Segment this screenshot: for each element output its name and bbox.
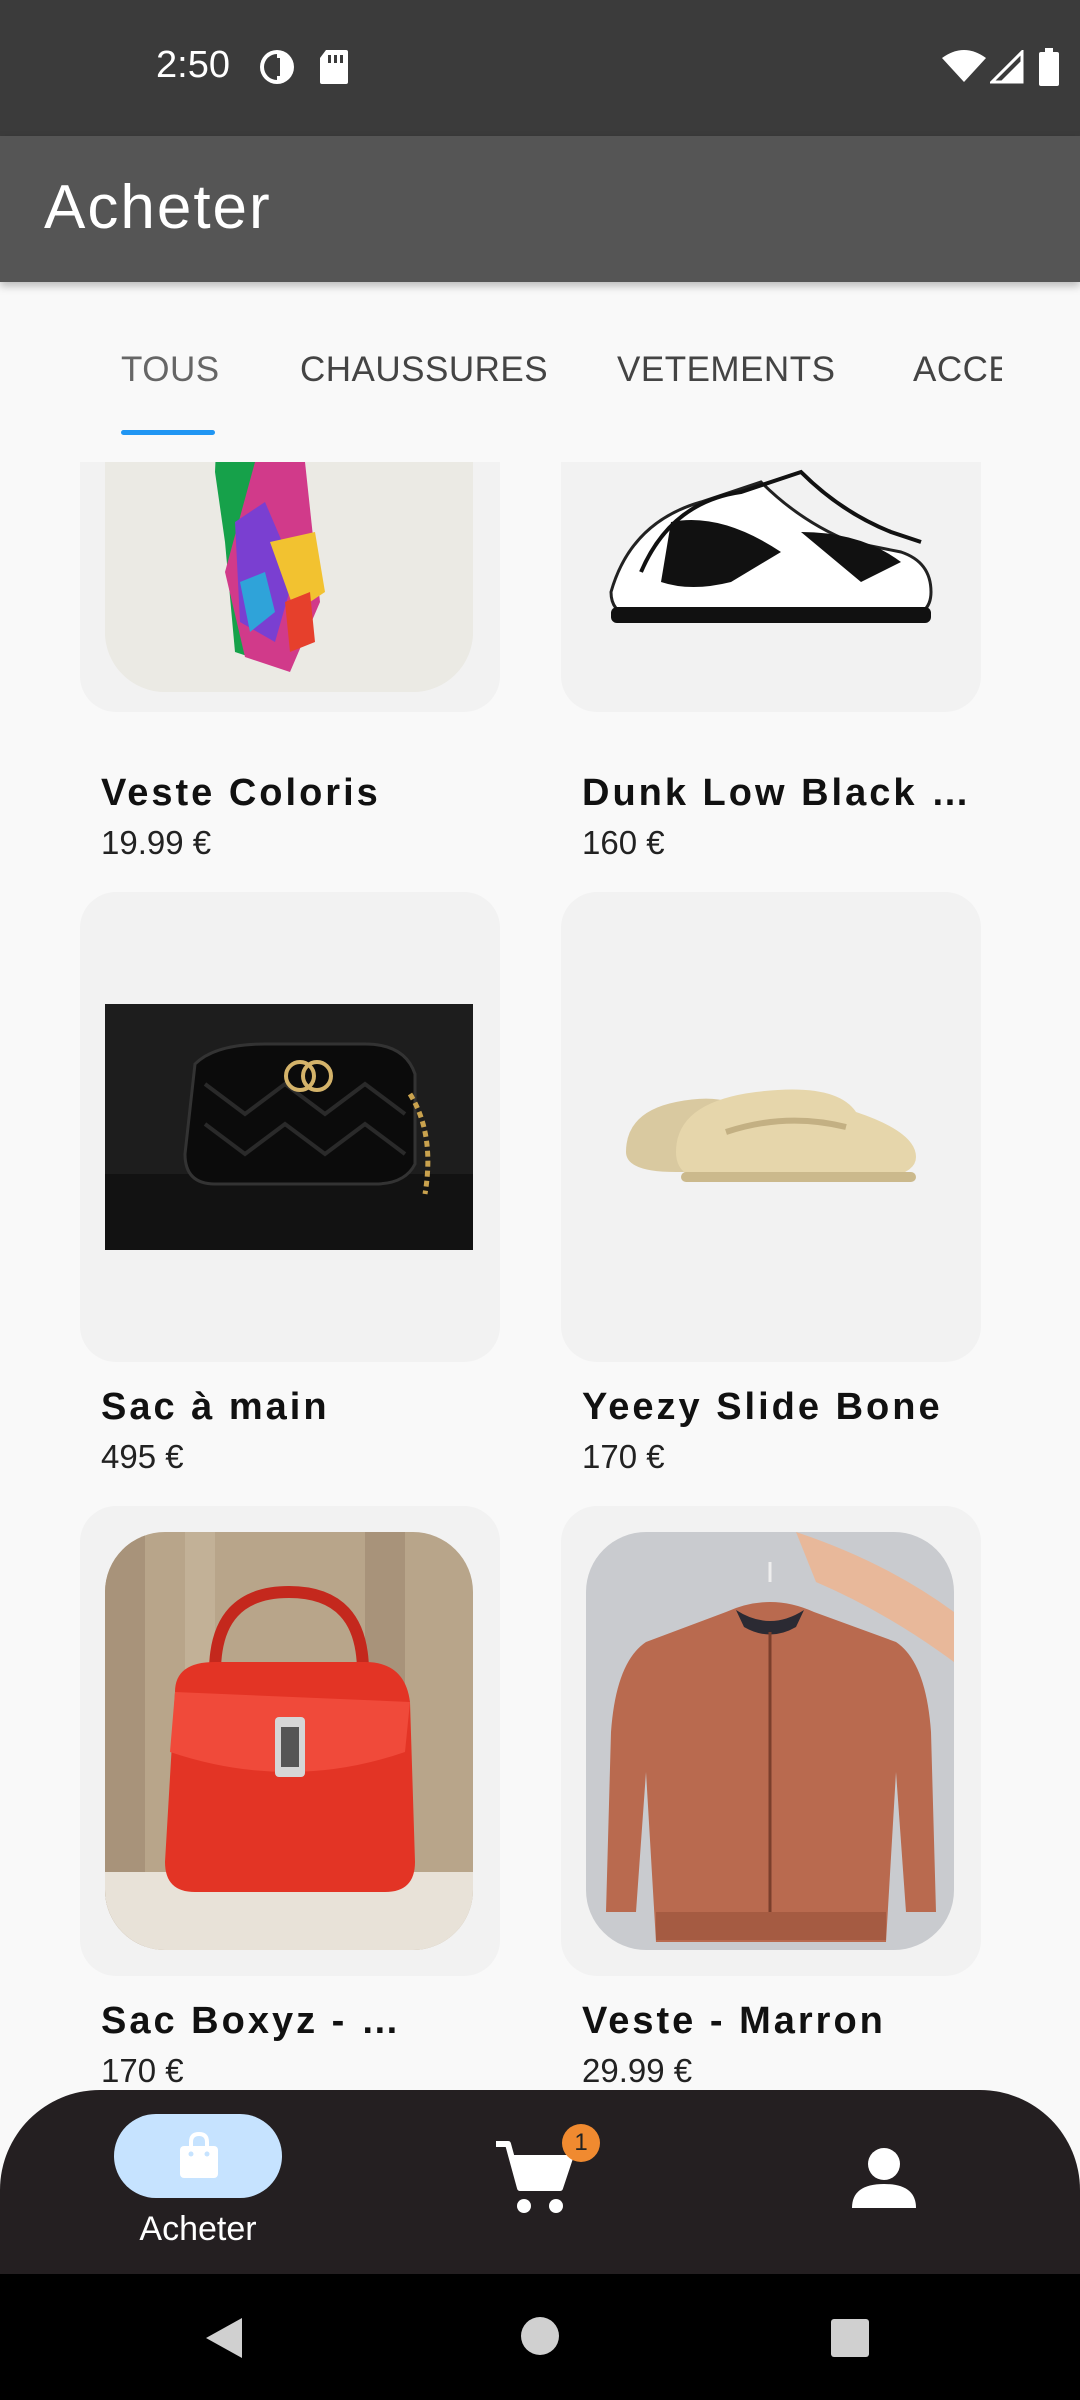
product-card[interactable] bbox=[80, 1506, 500, 1976]
product-card[interactable] bbox=[561, 892, 981, 1362]
product-price: 495 € bbox=[101, 1438, 184, 1475]
product-card[interactable] bbox=[561, 462, 981, 712]
product-name: Veste - Marron bbox=[582, 2000, 886, 2042]
status-time: 2:50 bbox=[156, 44, 230, 86]
app-bar: Acheter bbox=[0, 136, 1080, 282]
brown-jacket-photo bbox=[586, 1532, 954, 1950]
product-name: Sac à main bbox=[101, 1386, 330, 1428]
sneaker-photo bbox=[601, 462, 941, 642]
cart-icon[interactable] bbox=[494, 2140, 574, 2221]
system-navigation bbox=[0, 2274, 1080, 2400]
sd-card-icon bbox=[318, 48, 350, 86]
product-name: Dunk Low Black … bbox=[582, 772, 973, 814]
category-tabs: TOUS CHAUSSURES VETEMENTS ACCE bbox=[0, 282, 1080, 462]
tab-indicator bbox=[121, 430, 215, 435]
status-bar: 2:50 bbox=[0, 0, 1080, 136]
tab-tous[interactable]: TOUS bbox=[121, 350, 220, 390]
red-handbag-photo bbox=[105, 1532, 473, 1950]
tab-vetements[interactable]: VETEMENTS bbox=[617, 350, 835, 390]
profile-icon[interactable] bbox=[850, 2146, 918, 2215]
shopping-bag-icon bbox=[178, 2131, 220, 2185]
page-title: Acheter bbox=[44, 173, 272, 242]
cart-badge: 1 bbox=[562, 2124, 600, 2162]
back-icon[interactable] bbox=[204, 2316, 244, 2365]
product-card[interactable] bbox=[80, 462, 500, 712]
product-name: Veste Coloris bbox=[101, 772, 381, 814]
product-card[interactable] bbox=[80, 892, 500, 1362]
product-price: 170 € bbox=[101, 2052, 184, 2089]
signal-icon bbox=[990, 50, 1024, 84]
battery-icon bbox=[1038, 48, 1060, 86]
black-handbag-photo bbox=[105, 1004, 473, 1250]
wifi-icon bbox=[942, 50, 986, 84]
recents-icon[interactable] bbox=[830, 2318, 870, 2363]
tab-accessoires[interactable]: ACCE bbox=[913, 350, 1002, 390]
nav-label-acheter: Acheter bbox=[139, 2210, 257, 2248]
product-grid: Veste Coloris 19.99 € Dunk Low Black … 1… bbox=[0, 462, 1080, 2090]
screen: 2:50 Acheter TOUS CHAUSSURES VETEMENTS A… bbox=[0, 0, 1080, 2400]
home-icon[interactable] bbox=[520, 2316, 560, 2361]
nav-item-acheter[interactable] bbox=[114, 2114, 282, 2198]
tab-chaussures[interactable]: CHAUSSURES bbox=[300, 350, 548, 390]
slide-sandal-photo bbox=[616, 1072, 926, 1192]
product-price: 160 € bbox=[582, 824, 665, 861]
scarf-photo bbox=[105, 462, 473, 692]
product-card[interactable] bbox=[561, 1506, 981, 1976]
product-name: Yeezy Slide Bone bbox=[582, 1386, 943, 1428]
product-price: 19.99 € bbox=[101, 824, 212, 861]
product-price: 170 € bbox=[582, 1438, 665, 1475]
product-price: 29.99 € bbox=[582, 2052, 693, 2089]
data-saver-icon bbox=[258, 48, 296, 86]
bottom-navigation: Acheter 1 bbox=[0, 2090, 1080, 2274]
product-name: Sac Boxyz - … bbox=[101, 2000, 402, 2042]
